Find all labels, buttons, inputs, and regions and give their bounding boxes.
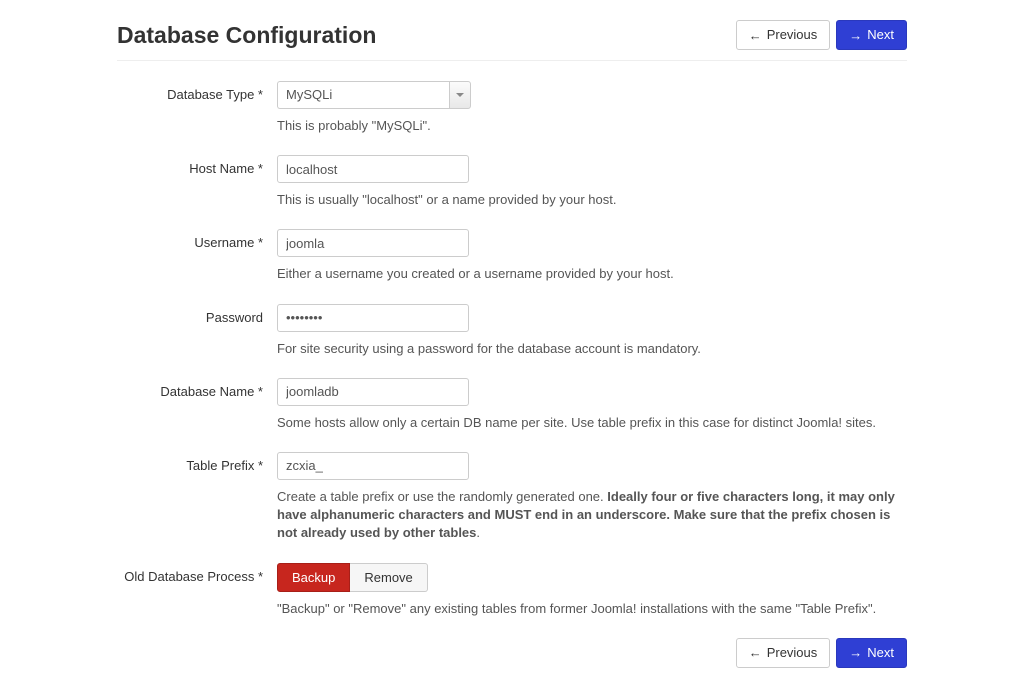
help-prefix-pre: Create a table prefix or use the randoml… [277,489,607,504]
label-database-name: Database Name * [117,378,277,399]
next-label-bottom: Next [867,644,894,662]
page-header: Database Configuration ← Previous → Next [117,20,907,61]
password-input[interactable] [277,304,469,332]
field-row-database-type: Database Type * MySQLi This is probably … [117,81,907,135]
next-button-top[interactable]: → Next [836,20,907,50]
label-host-name: Host Name * [117,155,277,176]
help-prefix-post: . [476,525,480,540]
page-title: Database Configuration [117,22,376,49]
database-type-dropdown-button[interactable] [449,81,471,109]
help-host-name: This is usually "localhost" or a name pr… [277,191,907,209]
next-label: Next [867,26,894,44]
field-row-table-prefix: Table Prefix * Create a table prefix or … [117,452,907,543]
next-button-bottom[interactable]: → Next [836,638,907,668]
header-nav-buttons: ← Previous → Next [736,20,907,50]
help-table-prefix: Create a table prefix or use the randoml… [277,488,907,543]
arrow-right-icon: → [849,646,862,659]
help-database-type: This is probably "MySQLi". [277,117,907,135]
help-username: Either a username you created or a usern… [277,265,907,283]
table-prefix-input[interactable] [277,452,469,480]
field-row-host-name: Host Name * This is usually "localhost" … [117,155,907,209]
arrow-left-icon: ← [749,646,762,659]
field-row-database-name: Database Name * Some hosts allow only a … [117,378,907,432]
database-type-select[interactable]: MySQLi [277,81,471,109]
label-table-prefix: Table Prefix * [117,452,277,473]
previous-label: Previous [767,26,818,44]
footer-nav-buttons: ← Previous → Next [117,638,907,668]
previous-label-bottom: Previous [767,644,818,662]
arrow-right-icon: → [849,29,862,42]
database-name-input[interactable] [277,378,469,406]
label-database-type: Database Type * [117,81,277,102]
previous-button-top[interactable]: ← Previous [736,20,831,50]
database-type-value: MySQLi [277,81,449,109]
old-database-toggle: Backup Remove [277,563,428,592]
arrow-left-icon: ← [749,29,762,42]
label-username: Username * [117,229,277,250]
label-password: Password [117,304,277,325]
field-row-password: Password For site security using a passw… [117,304,907,358]
help-database-name: Some hosts allow only a certain DB name … [277,414,907,432]
remove-button[interactable]: Remove [350,563,427,592]
username-input[interactable] [277,229,469,257]
help-password: For site security using a password for t… [277,340,907,358]
previous-button-bottom[interactable]: ← Previous [736,638,831,668]
label-old-database: Old Database Process * [117,563,277,584]
field-row-username: Username * Either a username you created… [117,229,907,283]
chevron-down-icon [456,93,464,97]
backup-button[interactable]: Backup [277,563,350,592]
field-row-old-database: Old Database Process * Backup Remove "Ba… [117,563,907,618]
host-name-input[interactable] [277,155,469,183]
help-old-database: "Backup" or "Remove" any existing tables… [277,600,907,618]
